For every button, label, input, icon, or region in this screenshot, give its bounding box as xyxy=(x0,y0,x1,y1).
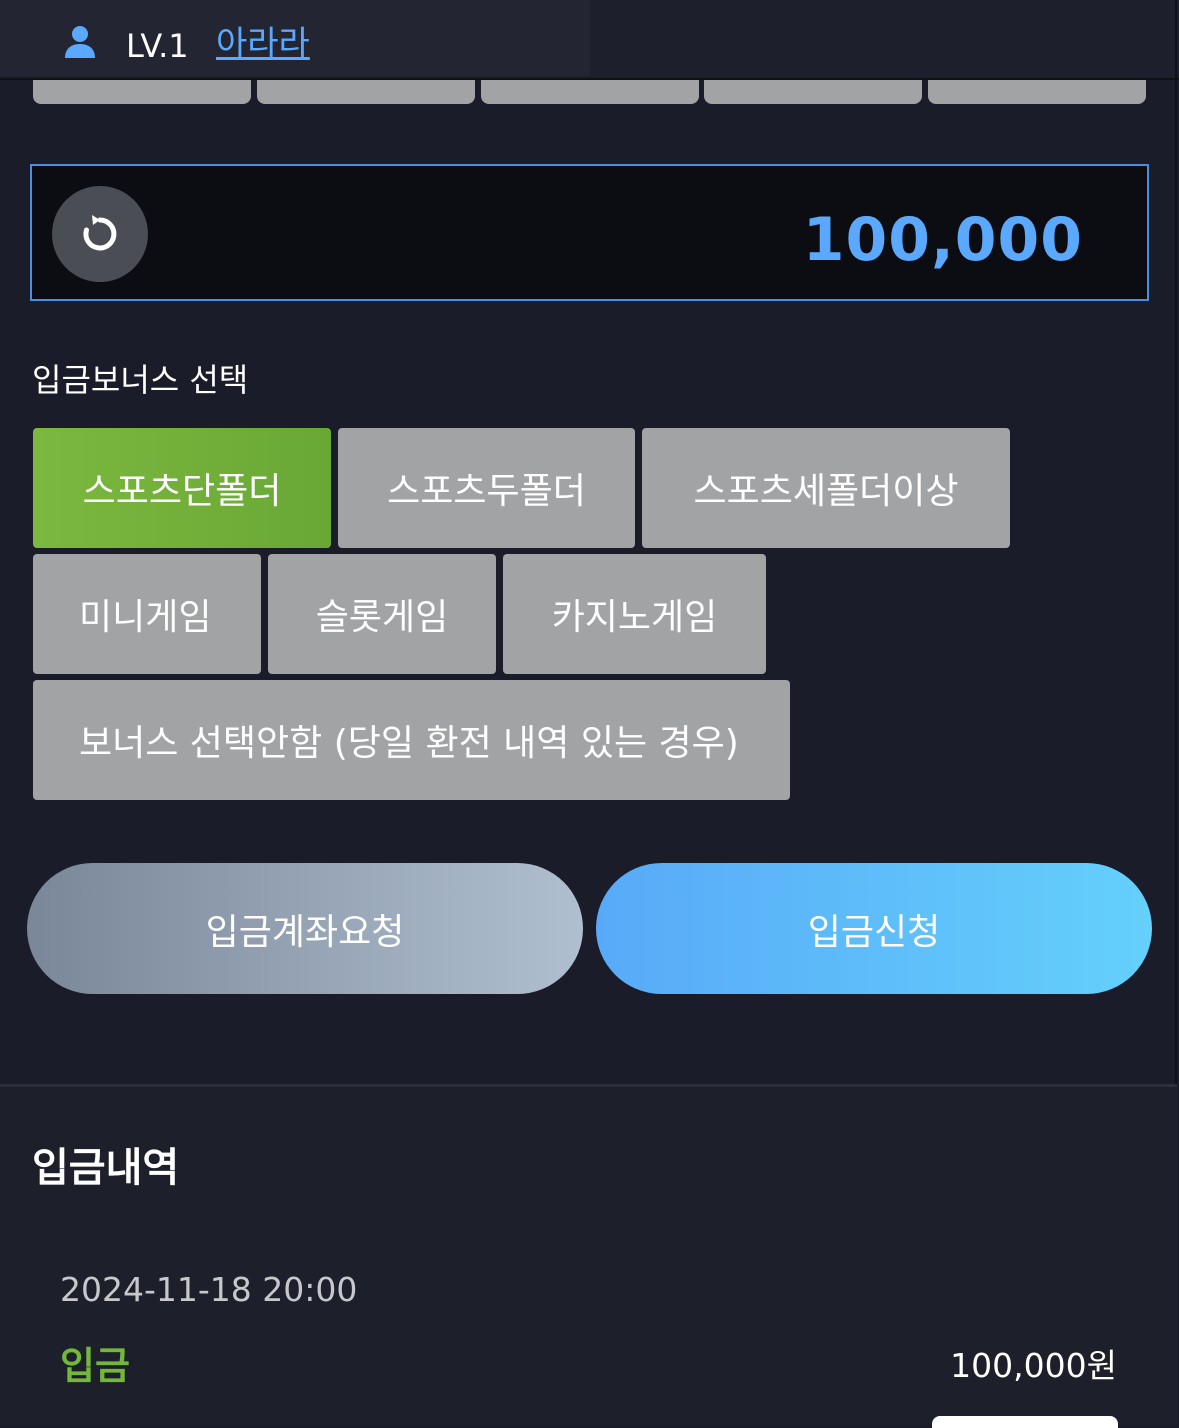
bonus-option-minigame[interactable]: 미니게임 xyxy=(33,554,261,674)
history-entry-date: 2024-11-18 20:00 xyxy=(60,1270,358,1309)
user-info: LV.1 아라라 xyxy=(0,0,590,76)
quick-amount-button[interactable] xyxy=(928,80,1146,104)
bonus-option-casino[interactable]: 카지노게임 xyxy=(503,554,766,674)
bonus-option-none[interactable]: 보너스 선택안함 (당일 환전 내역 있는 경우) xyxy=(33,680,790,800)
bonus-option-label: 보너스 선택안함 (당일 환전 내역 있는 경우) xyxy=(79,723,739,764)
deposit-history-title: 입금내역 xyxy=(32,1145,180,1191)
quick-amount-button[interactable] xyxy=(481,80,699,104)
apply-deposit-label: 입금신청 xyxy=(807,911,941,953)
quick-amount-button[interactable] xyxy=(257,80,475,104)
apply-deposit-button[interactable]: 입금신청 xyxy=(596,863,1152,994)
bonus-option-sports-single[interactable]: 스포츠단폴더 xyxy=(33,428,331,548)
deposit-amount-field[interactable]: 100,000 xyxy=(30,164,1149,301)
bonus-option-sports-double[interactable]: 스포츠두폴더 xyxy=(338,428,635,548)
quick-amount-buttons xyxy=(33,80,1147,104)
bonus-option-sports-triple[interactable]: 스포츠세폴더이상 xyxy=(642,428,1010,548)
user-level: LV.1 xyxy=(126,27,189,65)
top-bar: LV.1 아라라 xyxy=(0,0,1179,80)
username-link[interactable]: 아라라 xyxy=(216,24,310,64)
user-icon xyxy=(65,26,95,58)
quick-amount-button[interactable] xyxy=(33,80,251,104)
request-account-button[interactable]: 입금계좌요청 xyxy=(27,863,583,994)
bonus-option-label: 미니게임 xyxy=(79,597,212,638)
deposit-amount-value: 100,000 xyxy=(802,205,1083,275)
history-entry-type: 입금 xyxy=(60,1344,130,1388)
history-entry-amount: 100,000원 xyxy=(950,1346,1117,1385)
reset-amount-button[interactable] xyxy=(52,186,148,282)
request-account-label: 입금계좌요청 xyxy=(205,911,405,953)
bonus-section-label: 입금보너스 선택 xyxy=(32,361,249,399)
bonus-option-label: 스포츠세폴더이상 xyxy=(693,471,959,512)
bonus-option-label: 카지노게임 xyxy=(551,597,718,638)
quick-amount-button[interactable] xyxy=(704,80,922,104)
history-entry-status-badge[interactable] xyxy=(932,1416,1118,1428)
bonus-option-label: 스포츠단폴더 xyxy=(82,471,282,512)
bonus-option-label: 슬롯게임 xyxy=(315,597,449,638)
bonus-option-label: 스포츠두폴더 xyxy=(387,471,586,512)
bonus-option-slot[interactable]: 슬롯게임 xyxy=(268,554,496,674)
refresh-icon xyxy=(83,215,117,251)
